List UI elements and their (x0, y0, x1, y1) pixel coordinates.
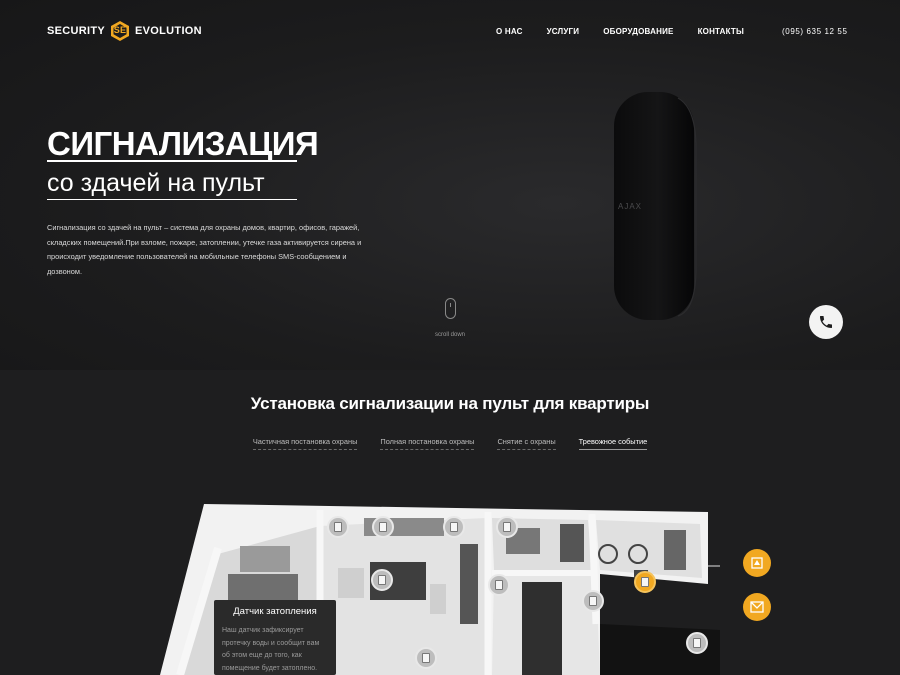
mail-icon[interactable] (743, 593, 771, 621)
tooltip-text: Наш датчик зафиксирует протечку воды и с… (222, 627, 320, 672)
hero-description: Сигнализация со здачей на пульт – систем… (47, 223, 362, 276)
sensor-icon[interactable] (488, 574, 510, 596)
hero-title: СИГНАЛИЗАЦИЯ (47, 125, 319, 162)
tab-disarming[interactable]: Снятие с охраны (497, 437, 556, 450)
tab-alarm-event[interactable]: Тревожное событие (578, 437, 648, 450)
sensor-icon[interactable] (415, 647, 437, 669)
scroll-down-label: scroll down (434, 332, 465, 338)
sensor-icon[interactable] (443, 516, 465, 538)
alarm-hub-image: AJAX (612, 88, 698, 324)
install-title: Установка сигнализации на пульт для квар… (250, 394, 650, 413)
sensor-icon[interactable] (371, 569, 393, 591)
hero-section: SECURITY SE EVOLUTION О НАС УСЛУГИ ОБОРУ… (0, 0, 900, 370)
brand-right: EVOLUTION (135, 25, 202, 37)
scroll-down[interactable]: scroll down (430, 298, 470, 338)
nav-item-about[interactable]: О НАС (496, 27, 523, 36)
nav-item-services[interactable]: УСЛУГИ (547, 27, 580, 36)
logo-mark-icon: SE (109, 20, 131, 42)
logo[interactable]: SECURITY SE EVOLUTION (47, 20, 202, 42)
hero-title-underline (47, 160, 297, 162)
brand-left: SECURITY (47, 25, 106, 37)
call-button[interactable] (809, 305, 843, 339)
sensor-icon[interactable] (634, 571, 656, 593)
sensor-icon[interactable] (372, 516, 394, 538)
phone-icon (820, 316, 832, 328)
nav-item-contacts[interactable]: КОНТАКТЫ (698, 27, 744, 36)
sensor-icon[interactable] (686, 632, 708, 654)
logo-mark-text: SE (113, 25, 127, 35)
sensor-icon[interactable] (582, 590, 604, 612)
nav-item-equipment[interactable]: ОБОРУДОВАНИЕ (603, 27, 673, 36)
hero-subtitle: со здачей на пульт (47, 169, 265, 197)
tooltip-title: Датчик затопления (233, 606, 317, 617)
tab-full-arming[interactable]: Полная постановка охраны (380, 437, 475, 450)
sensor-tooltip: Датчик затопления Наш датчик зафиксирует… (214, 600, 336, 675)
mouse-icon (444, 298, 456, 319)
header-phone[interactable]: (095) 635 12 55 (782, 27, 848, 36)
page: SECURITY SE EVOLUTION О НАС УСЛУГИ ОБОРУ… (0, 0, 900, 675)
device-brand-label: AJAX (618, 202, 643, 211)
mode-tabs: Частичная постановка охраны Полная поста… (0, 437, 900, 450)
main-nav: О НАС УСЛУГИ ОБОРУДОВАНИЕ КОНТАКТЫ (496, 27, 744, 36)
alarm-icon[interactable] (743, 549, 771, 577)
sensor-icon[interactable] (327, 516, 349, 538)
sensor-icon[interactable] (496, 516, 518, 538)
tab-partial-arming[interactable]: Частичная постановка охраны (252, 437, 358, 450)
hero-subtitle-underline (47, 199, 297, 200)
